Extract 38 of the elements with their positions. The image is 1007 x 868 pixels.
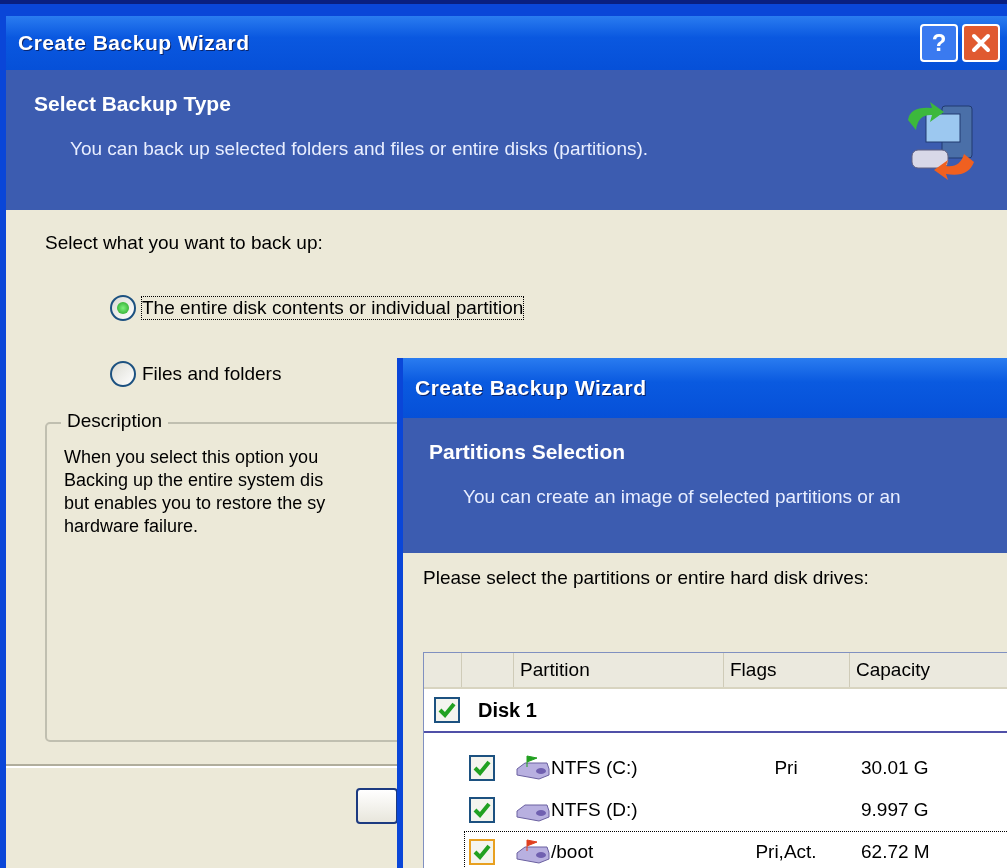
partition-row[interactable]: NTFS (D:) 9.997 G: [464, 789, 1007, 831]
partition-capacity: 30.01 G: [861, 757, 929, 779]
checkbox[interactable]: [469, 839, 495, 865]
close-button[interactable]: [962, 24, 1000, 62]
prompt-label: Select what you want to back up:: [45, 232, 324, 254]
partition-capacity: 9.997 G: [861, 799, 929, 821]
description-text: When you select this option you Backing up the entire system dis but enables you to restore the sy hardware failure.: [64, 446, 326, 538]
window-title: Create Backup Wizard: [18, 31, 250, 55]
drive-icon: [515, 839, 551, 865]
checkbox[interactable]: [469, 755, 495, 781]
wizard-button[interactable]: [356, 788, 398, 824]
partition-row[interactable]: /boot Pri,Act. 62.72 M: [464, 831, 1007, 868]
partition-name: /boot: [551, 841, 594, 863]
radio-option[interactable]: The entire disk contents or individual partition: [107, 292, 527, 324]
checkbox[interactable]: [434, 697, 460, 723]
drive-icon: [515, 755, 551, 781]
radio-button[interactable]: [110, 361, 136, 387]
partition-row[interactable]: NTFS (C:) Pri 30.01 G: [464, 747, 1007, 789]
page-subtitle: You can back up selected folders and files or entire disks (partitions).: [69, 138, 649, 160]
column-header[interactable]: Capacity: [850, 653, 1007, 687]
page-title: Partitions Selection: [429, 440, 627, 464]
radio-option[interactable]: Files and folders: [107, 358, 285, 390]
partition-flags: Pri,Act.: [755, 841, 817, 863]
partition-capacity: 62.72 M: [861, 841, 930, 863]
checkbox[interactable]: [469, 797, 495, 823]
page-subtitle: You can create an image of selected partitions or an: [462, 486, 901, 508]
partition-name: NTFS (C:): [551, 757, 638, 779]
page-title: Select Backup Type: [34, 92, 232, 116]
prompt-label: Please select the partitions or entire hard disk drives:: [423, 567, 870, 589]
column-header[interactable]: Partition: [514, 653, 724, 687]
window-title: Create Backup Wizard: [415, 376, 647, 400]
partition-name: NTFS (D:): [551, 799, 638, 821]
partition-flags: Pri: [774, 757, 798, 779]
radio-button[interactable]: [110, 295, 136, 321]
disk-label: Disk 1: [478, 698, 537, 722]
column-header[interactable]: Flags: [724, 653, 850, 687]
close-icon: [970, 32, 992, 54]
help-button[interactable]: ?: [920, 24, 958, 62]
